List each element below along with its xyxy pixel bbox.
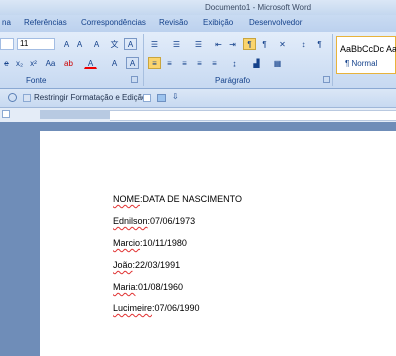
char-shading-icon[interactable]: A [126, 57, 139, 69]
align-left-icon[interactable]: ≡ [148, 57, 161, 69]
style-normal[interactable] [336, 36, 396, 74]
document-line: Lucimeire:07/06/1990 [113, 303, 200, 313]
ruler-margin [40, 110, 110, 119]
line-spacing-icon[interactable]: ↨ [228, 57, 241, 69]
subscript-icon[interactable]: x₂ [13, 57, 26, 69]
tab-correspondencias[interactable]: Correspondências [81, 18, 146, 27]
tab-desenvolvedor[interactable]: Desenvolvedor [249, 18, 302, 27]
document-line: Maria:01/08/1960 [113, 282, 183, 292]
title-bar [0, 0, 396, 15]
window-icon[interactable] [157, 94, 166, 102]
ltr-icon[interactable]: ¶ [258, 38, 271, 50]
strikethrough-icon[interactable]: e [0, 57, 13, 69]
font-size-field[interactable]: 11 [17, 38, 55, 50]
decrease-indent-icon[interactable]: ⇤ [212, 38, 225, 50]
line-label: João [113, 260, 133, 270]
tab-exibicao[interactable]: Exibição [203, 18, 233, 27]
superscript-icon[interactable]: x² [27, 57, 40, 69]
tab-selector-icon[interactable] [2, 110, 10, 118]
tab-revisao[interactable]: Revisão [159, 18, 188, 27]
justify-icon[interactable]: ≡ [193, 57, 206, 69]
doc-icon[interactable] [143, 94, 151, 102]
shrink-font-icon[interactable]: A [73, 38, 86, 50]
line-value: :01/08/1960 [135, 282, 184, 292]
line-label: Ednilson [113, 216, 148, 226]
document-line: Ednilson:07/06/1973 [113, 216, 195, 226]
check-icon[interactable] [8, 93, 17, 102]
borders-icon[interactable]: ▦ [271, 57, 284, 69]
pilcrow-icon[interactable]: ¶ [313, 38, 326, 50]
line-value: :22/03/1991 [132, 260, 181, 270]
line-value: :07/06/1990 [152, 303, 200, 313]
char-border-icon[interactable]: A [124, 38, 137, 50]
restrict-formatting-button[interactable]: Restringir Formatação e Edição [34, 93, 147, 102]
font-color-icon[interactable]: A [84, 57, 97, 69]
line-label: Lucimeire [113, 303, 153, 313]
line-label: Maria [113, 282, 136, 292]
align-right-icon[interactable]: ≡ [178, 57, 191, 69]
rtl-icon[interactable]: ¶ [243, 38, 256, 50]
sort-icon[interactable]: ↕ [297, 38, 310, 50]
tab-inicio[interactable]: na [2, 18, 11, 27]
center-icon[interactable]: ≡ [163, 57, 176, 69]
font-group-label: Fonte [26, 76, 47, 85]
style-next-preview[interactable]: Aa [386, 44, 396, 54]
multilevel-list-icon[interactable]: ☰ [192, 38, 205, 50]
change-case-icon[interactable]: Aa [43, 57, 58, 69]
shading-icon[interactable]: A [108, 57, 121, 69]
document-line: Marcio:10/11/1980 [113, 238, 187, 248]
document-line: NOME:DATA DE NASCIMENTO [113, 194, 242, 204]
customize-qat-icon[interactable]: ⇩ [172, 92, 179, 101]
font-dialog-launcher-icon[interactable] [131, 76, 138, 83]
numbering-icon[interactable]: ☰ [170, 38, 183, 50]
asian-layout-icon[interactable]: ✕ [276, 38, 289, 50]
clear-format-icon[interactable]: A [90, 38, 103, 50]
window-title: Documento1 - Microsoft Word [205, 3, 312, 12]
grow-font-icon[interactable]: A [60, 38, 73, 50]
font-name-field[interactable] [0, 38, 14, 50]
line-label: NOME [113, 194, 140, 204]
tab-referencias[interactable]: Referências [24, 18, 67, 27]
highlight-icon[interactable]: ab [62, 57, 75, 69]
restrict-icon[interactable] [23, 94, 31, 102]
ruler-text-area [110, 110, 396, 121]
document-page[interactable] [40, 131, 396, 356]
line-value: :07/06/1973 [147, 216, 196, 226]
style-name: ¶ Normal [345, 59, 378, 68]
line-value: :DATA DE NASCIMENTO [140, 194, 243, 204]
phonetic-icon[interactable]: 文 [108, 38, 121, 50]
line-label: Marcio [113, 238, 141, 248]
increase-indent-icon[interactable]: ⇥ [226, 38, 239, 50]
line-value: :10/11/1980 [140, 238, 187, 248]
document-line: João:22/03/1991 [113, 260, 180, 270]
distributed-icon[interactable]: ≡ [208, 57, 221, 69]
style-preview: AaBbCcDc [340, 44, 385, 54]
paragraph-dialog-launcher-icon[interactable] [323, 76, 330, 83]
paragraph-group-label: Parágrafo [215, 76, 251, 85]
paragraph-shading-icon[interactable]: ▟ [250, 57, 263, 69]
bullets-icon[interactable]: ☰ [148, 38, 161, 50]
